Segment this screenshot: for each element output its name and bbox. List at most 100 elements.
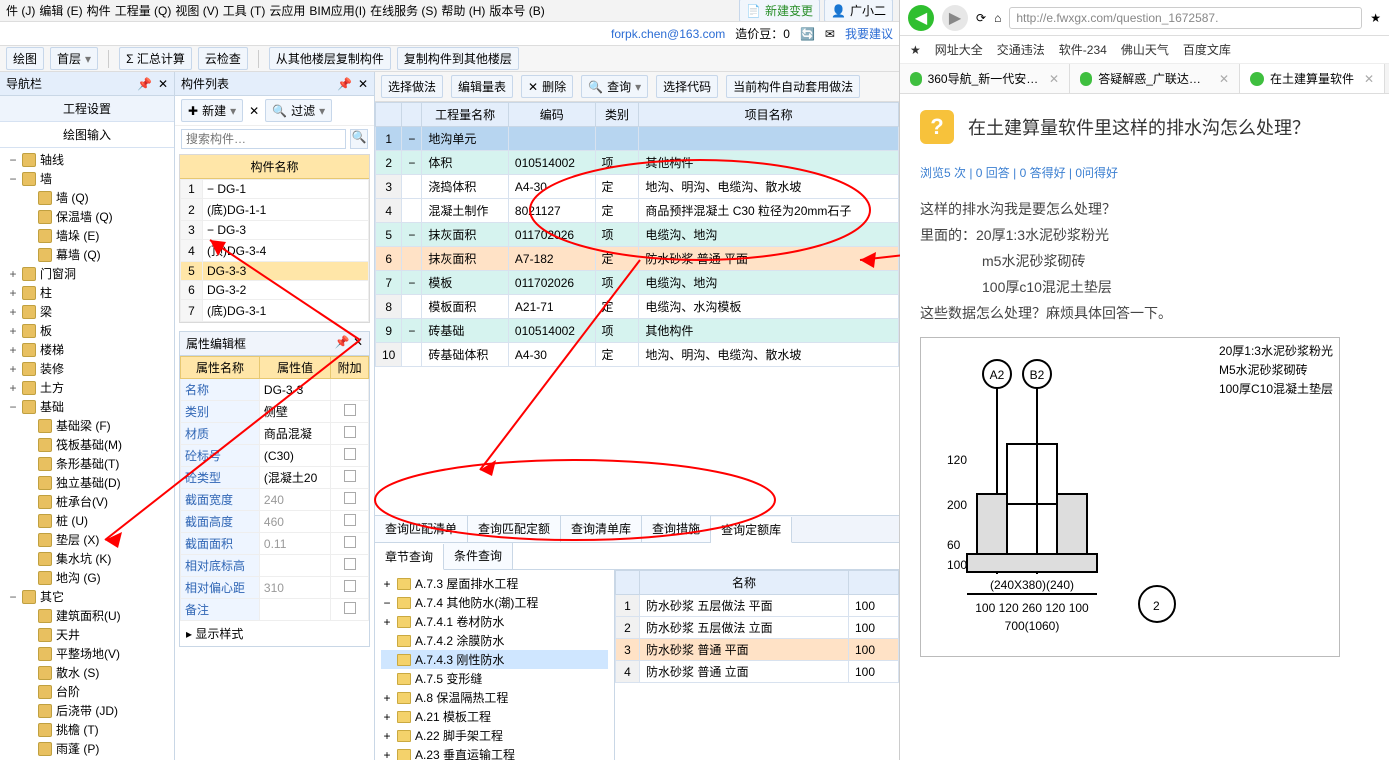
query-result-row[interactable]: 4防水砂浆 普通 立面100: [616, 661, 899, 683]
email-link[interactable]: forpk.chen@163.com: [611, 27, 725, 41]
menu-quantity[interactable]: 工程量 (Q): [115, 2, 172, 19]
star-icon[interactable]: ★: [1370, 11, 1381, 25]
qty-row[interactable]: 8模板面积A21-71定电缆沟、水沟模板: [376, 295, 899, 319]
new-member-button[interactable]: ✚ 新建: [181, 99, 243, 122]
fav-2[interactable]: 交通违法: [997, 41, 1045, 58]
nav-node[interactable]: +板: [4, 321, 170, 340]
delete-icon[interactable]: ✕: [249, 104, 259, 118]
nav-node[interactable]: 台阶: [4, 682, 170, 701]
query-tree-node[interactable]: A.7.4.3 刚性防水: [381, 650, 608, 669]
cloudcheck-button[interactable]: 云检查: [198, 47, 248, 70]
nav-node[interactable]: +梁: [4, 302, 170, 321]
nav-node[interactable]: 平整场地(V): [4, 644, 170, 663]
query-result-row[interactable]: 1防水砂浆 五层做法 平面100: [616, 595, 899, 617]
fav-5[interactable]: 百度文库: [1183, 41, 1231, 58]
prop-row[interactable]: 砼类型(混凝土20: [181, 467, 369, 489]
nav-node[interactable]: 筏板基础(M): [4, 435, 170, 454]
nav-node[interactable]: 垫层 (X): [4, 530, 170, 549]
search-button[interactable]: 🔍: [350, 129, 368, 149]
menu-edit[interactable]: 编辑 (E): [39, 2, 82, 19]
close-icon[interactable]: ✕: [1364, 72, 1374, 86]
menu-version[interactable]: 版本号 (B): [489, 2, 544, 19]
menu-member[interactable]: 构件: [87, 2, 111, 19]
show-style-toggle[interactable]: ▸ 显示样式: [186, 627, 243, 641]
menu-tool[interactable]: 工具 (T): [223, 2, 266, 19]
fav-3[interactable]: 软件-234: [1059, 41, 1107, 58]
member-row[interactable]: 2(底)DG-1-1: [181, 199, 369, 221]
nav-node[interactable]: 挑檐 (T): [4, 720, 170, 739]
member-row[interactable]: 6DG-3-2: [181, 281, 369, 300]
nav-node[interactable]: 集水坑 (K): [4, 549, 170, 568]
qty-row[interactable]: 10砖基础体积A4-30定地沟、明沟、电缆沟、散水坡: [376, 343, 899, 367]
close-icon[interactable]: ✕: [358, 77, 368, 91]
qsub-chapter[interactable]: 章节查询: [375, 544, 444, 570]
query-tree-node[interactable]: +A.22 脚手架工程: [381, 726, 608, 745]
nav-node[interactable]: 建筑面积(U): [4, 606, 170, 625]
nav-node[interactable]: 散水 (S): [4, 663, 170, 682]
reload-icon[interactable]: ⟳: [976, 11, 986, 25]
close-icon[interactable]: ✕: [158, 77, 168, 91]
menu-bim[interactable]: BIM应用(I): [309, 2, 366, 19]
menu-online[interactable]: 在线服务 (S): [370, 2, 437, 19]
select-code-button[interactable]: 选择代码: [656, 75, 718, 98]
nav-node[interactable]: 后浇带 (JD): [4, 701, 170, 720]
query-result-row[interactable]: 3防水砂浆 普通 平面100: [616, 639, 899, 661]
nav-node[interactable]: −轴线: [4, 150, 170, 169]
qty-row[interactable]: 1−地沟单元: [376, 127, 899, 151]
prop-row[interactable]: 截面宽度240: [181, 489, 369, 511]
nav-node[interactable]: −其它: [4, 587, 170, 606]
nav-node[interactable]: 墙垛 (E): [4, 226, 170, 245]
auto-apply-button[interactable]: 当前构件自动套用做法: [726, 75, 860, 98]
pin-icon[interactable]: 📌: [137, 77, 152, 91]
user-button[interactable]: 👤 广小二: [824, 0, 893, 22]
suggest-link[interactable]: 我要建议: [845, 25, 893, 42]
back-button[interactable]: ◀: [908, 5, 934, 31]
forward-button[interactable]: ▶: [942, 5, 968, 31]
nav-node[interactable]: 地沟 (G): [4, 568, 170, 587]
query-tab[interactable]: 查询清单库: [561, 516, 642, 542]
browser-tab[interactable]: 360导航_新一代安全上网✕: [900, 64, 1070, 93]
prop-row[interactable]: 砼标号(C30): [181, 445, 369, 467]
filter-button[interactable]: 🔍 过滤: [265, 99, 332, 122]
query-tree-node[interactable]: A.7.4.2 涂膜防水: [381, 631, 608, 650]
query-tab[interactable]: 查询定额库: [711, 517, 792, 543]
nav-node[interactable]: 桩承台(V): [4, 492, 170, 511]
nav-node[interactable]: 独立基础(D): [4, 473, 170, 492]
select-method-button[interactable]: 选择做法: [381, 75, 443, 98]
qty-row[interactable]: 2−体积010514002项其他构件: [376, 151, 899, 175]
member-row[interactable]: 7(底)DG-3-1: [181, 300, 369, 322]
menu-view[interactable]: 视图 (V): [175, 2, 218, 19]
query-tree-node[interactable]: −A.7.4 其他防水(潮)工程: [381, 593, 608, 612]
url-bar[interactable]: http://e.fwxgx.com/question_1672587.: [1009, 7, 1362, 29]
query-result-row[interactable]: 2防水砂浆 五层做法 立面100: [616, 617, 899, 639]
menu-help[interactable]: 帮助 (H): [441, 2, 485, 19]
nav-node[interactable]: 雨蓬 (P): [4, 739, 170, 758]
floor-dropdown[interactable]: 首层: [50, 47, 98, 70]
query-tab[interactable]: 查询匹配定额: [468, 516, 561, 542]
member-row[interactable]: 4(顶)DG-3-4: [181, 240, 369, 262]
menu-file[interactable]: 件 (J): [6, 2, 35, 19]
fav-icon[interactable]: ★: [910, 43, 921, 57]
nav-tab-settings[interactable]: 工程设置: [0, 96, 174, 122]
nav-node[interactable]: −墙: [4, 169, 170, 188]
prop-row[interactable]: 类别侧壁: [181, 401, 369, 423]
browser-tab[interactable]: 在土建算量软件✕: [1240, 64, 1385, 93]
qty-row[interactable]: 9−砖基础010514002项其他构件: [376, 319, 899, 343]
query-tree-node[interactable]: A.7.5 变形缝: [381, 669, 608, 688]
qty-row[interactable]: 7−模板011702026项电缆沟、地沟: [376, 271, 899, 295]
qty-row[interactable]: 5−抹灰面积011702026项电缆沟、地沟: [376, 223, 899, 247]
nav-node[interactable]: +门窗洞: [4, 264, 170, 283]
qty-row[interactable]: 3浇捣体积A4-30定地沟、明沟、电缆沟、散水坡: [376, 175, 899, 199]
nav-node[interactable]: 天井: [4, 625, 170, 644]
pin-icon[interactable]: 📌: [337, 77, 352, 91]
close-icon[interactable]: ✕: [1219, 72, 1229, 86]
prop-row[interactable]: 备注: [181, 599, 369, 621]
member-search-input[interactable]: [181, 129, 346, 149]
menu-cloud[interactable]: 云应用: [269, 2, 305, 19]
member-row[interactable]: 1− DG-1: [181, 180, 369, 199]
nav-node[interactable]: 条形基础(T): [4, 454, 170, 473]
nav-node[interactable]: +装修: [4, 359, 170, 378]
query-tree-node[interactable]: +A.7.3 屋面排水工程: [381, 574, 608, 593]
query-tree-node[interactable]: +A.8 保温隔热工程: [381, 688, 608, 707]
mail-icon[interactable]: ✉: [825, 27, 835, 41]
